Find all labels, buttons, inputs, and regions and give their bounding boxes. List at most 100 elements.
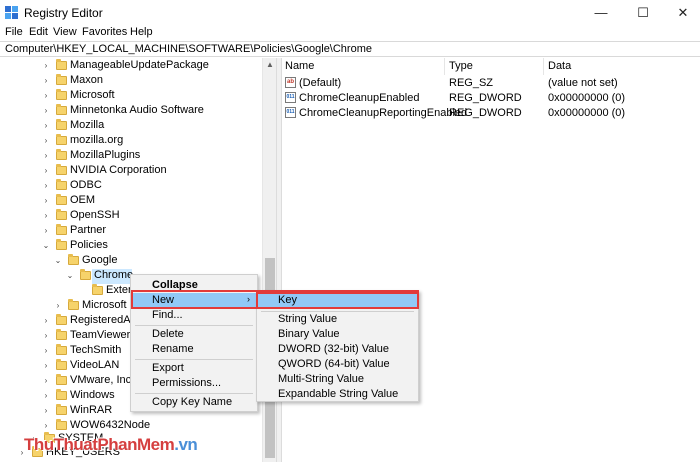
- expand-chevron-icon[interactable]: ›: [42, 211, 50, 221]
- expand-chevron-icon[interactable]: ›: [42, 331, 50, 341]
- tree-item[interactable]: › ManageableUpdatePackage: [0, 59, 262, 74]
- minimize-button[interactable]: —: [584, 0, 618, 25]
- expand-chevron-icon[interactable]: ›: [42, 346, 50, 356]
- expand-chevron-icon[interactable]: ›: [42, 181, 50, 191]
- tree-item-label: Microsoft: [70, 89, 115, 101]
- submenu-item-string-value[interactable]: String Value: [257, 312, 418, 327]
- tree-item[interactable]: › OEM: [0, 194, 262, 209]
- column-header-data[interactable]: Data: [548, 60, 571, 72]
- folder-icon: [68, 299, 79, 310]
- expand-chevron-icon[interactable]: ›: [42, 136, 50, 146]
- expand-chevron-icon[interactable]: ›: [42, 406, 50, 416]
- folder-icon: [56, 419, 67, 430]
- submenu-item-expandable-string-value[interactable]: Expandable String Value: [257, 387, 418, 402]
- tree-item-label: NVIDIA Corporation: [70, 164, 167, 176]
- menu-item-label: DWORD (32-bit) Value: [278, 343, 390, 355]
- collapse-chevron-icon[interactable]: ⌄: [66, 271, 74, 281]
- expand-chevron-icon[interactable]: ›: [42, 316, 50, 326]
- tree-item-label: OpenSSH: [70, 209, 120, 221]
- watermark: ThuThuatPhanMem.vn: [24, 435, 198, 455]
- menu-item-copy-key-name[interactable]: Copy Key Name: [131, 395, 257, 410]
- tree-item[interactable]: › OpenSSH: [0, 209, 262, 224]
- tree-item-label: WinRAR: [70, 404, 113, 416]
- value-row[interactable]: 011 ChromeCleanupReportingEnabled REG_DW…: [282, 106, 700, 121]
- close-button[interactable]: ✕: [666, 0, 700, 25]
- maximize-button[interactable]: ☐: [626, 0, 660, 25]
- folder-icon: [56, 239, 67, 250]
- dword-value-icon: 011: [285, 107, 296, 118]
- tree-item-label: WOW6432Node: [70, 419, 151, 431]
- menu-item-label: Key: [278, 294, 297, 306]
- expand-chevron-icon[interactable]: ›: [42, 391, 50, 401]
- tree-item-google[interactable]: ⌄ Google: [0, 254, 262, 269]
- value-row[interactable]: ab (Default) REG_SZ (value not set): [282, 76, 700, 91]
- column-header-type[interactable]: Type: [449, 60, 473, 72]
- tree-item[interactable]: › Microsoft: [0, 89, 262, 104]
- submenu-item-binary-value[interactable]: Binary Value: [257, 327, 418, 342]
- submenu-item-qword-value[interactable]: QWORD (64-bit) Value: [257, 357, 418, 372]
- submenu-item-dword-value[interactable]: DWORD (32-bit) Value: [257, 342, 418, 357]
- tree-item[interactable]: › Minnetonka Audio Software: [0, 104, 262, 119]
- tree-item-label: MozillaPlugins: [70, 149, 141, 161]
- tree-item-policies[interactable]: ⌄ Policies: [0, 239, 262, 254]
- menu-edit[interactable]: Edit: [29, 26, 48, 38]
- expand-chevron-icon[interactable]: ›: [42, 361, 50, 371]
- menu-item-rename[interactable]: Rename: [131, 342, 257, 357]
- watermark-suffix: .vn: [174, 435, 198, 454]
- expand-chevron-icon[interactable]: ›: [42, 421, 50, 431]
- collapse-chevron-icon[interactable]: ⌄: [42, 241, 50, 251]
- tree-item[interactable]: › ODBC: [0, 179, 262, 194]
- column-divider[interactable]: [444, 58, 445, 75]
- scroll-up-icon[interactable]: ▲: [263, 58, 276, 72]
- folder-icon: [56, 194, 67, 205]
- tree-item-label: Chrome: [94, 269, 134, 281]
- expand-chevron-icon[interactable]: ›: [42, 91, 50, 101]
- expand-chevron-icon[interactable]: ›: [42, 121, 50, 131]
- menu-file[interactable]: File: [5, 26, 23, 38]
- value-data: 0x00000000 (0): [548, 92, 626, 104]
- dword-value-icon: 011: [285, 92, 296, 103]
- menu-item-collapse[interactable]: Collapse: [131, 278, 257, 293]
- expand-chevron-icon[interactable]: ›: [42, 106, 50, 116]
- menu-item-new[interactable]: New ›: [131, 293, 257, 308]
- expand-chevron-icon[interactable]: ›: [42, 376, 50, 386]
- address-bar[interactable]: Computer\HKEY_LOCAL_MACHINE\SOFTWARE\Pol…: [0, 41, 700, 57]
- folder-icon: [56, 89, 67, 100]
- submenu-item-key[interactable]: Key: [256, 292, 419, 309]
- tree-item[interactable]: › Maxon: [0, 74, 262, 89]
- tree-item[interactable]: › Partner: [0, 224, 262, 239]
- column-header-name[interactable]: Name: [285, 60, 314, 72]
- menu-item-find[interactable]: Find...: [131, 308, 257, 323]
- value-data: (value not set): [548, 77, 618, 89]
- value-row[interactable]: 011 ChromeCleanupEnabled REG_DWORD 0x000…: [282, 91, 700, 106]
- expand-chevron-icon[interactable]: ›: [42, 76, 50, 86]
- column-divider[interactable]: [543, 58, 544, 75]
- tree-item-label: Maxon: [70, 74, 104, 86]
- expand-chevron-icon[interactable]: ›: [54, 301, 62, 311]
- menu-view[interactable]: View: [53, 26, 77, 38]
- tree-item[interactable]: › mozilla.org: [0, 134, 262, 149]
- collapse-chevron-icon[interactable]: ⌄: [54, 256, 62, 266]
- menu-item-label: Find...: [152, 309, 183, 321]
- menu-item-label: New: [152, 294, 175, 306]
- menu-favorites[interactable]: Favorites: [82, 26, 127, 38]
- tree-item[interactable]: › MozillaPlugins: [0, 149, 262, 164]
- tree-item[interactable]: › NVIDIA Corporation: [0, 164, 262, 179]
- folder-icon: [56, 359, 67, 370]
- expand-chevron-icon[interactable]: ›: [42, 61, 50, 71]
- menu-help[interactable]: Help: [130, 26, 153, 38]
- menu-item-permissions[interactable]: Permissions...: [131, 376, 257, 391]
- folder-icon: [56, 374, 67, 385]
- folder-icon: [56, 104, 67, 115]
- expand-chevron-icon[interactable]: ›: [42, 151, 50, 161]
- menu-item-export[interactable]: Export: [131, 361, 257, 376]
- expand-chevron-icon[interactable]: ›: [42, 226, 50, 236]
- menu-item-delete[interactable]: Delete: [131, 327, 257, 342]
- expand-chevron-icon[interactable]: ›: [42, 196, 50, 206]
- menu-bar: File Edit View Favorites Help: [0, 25, 700, 41]
- submenu-item-multi-string-value[interactable]: Multi-String Value: [257, 372, 418, 387]
- tree-item[interactable]: › Mozilla: [0, 119, 262, 134]
- expand-chevron-icon[interactable]: ›: [42, 166, 50, 176]
- tree-item-label: Mozilla: [70, 119, 105, 131]
- folder-icon: [56, 119, 67, 130]
